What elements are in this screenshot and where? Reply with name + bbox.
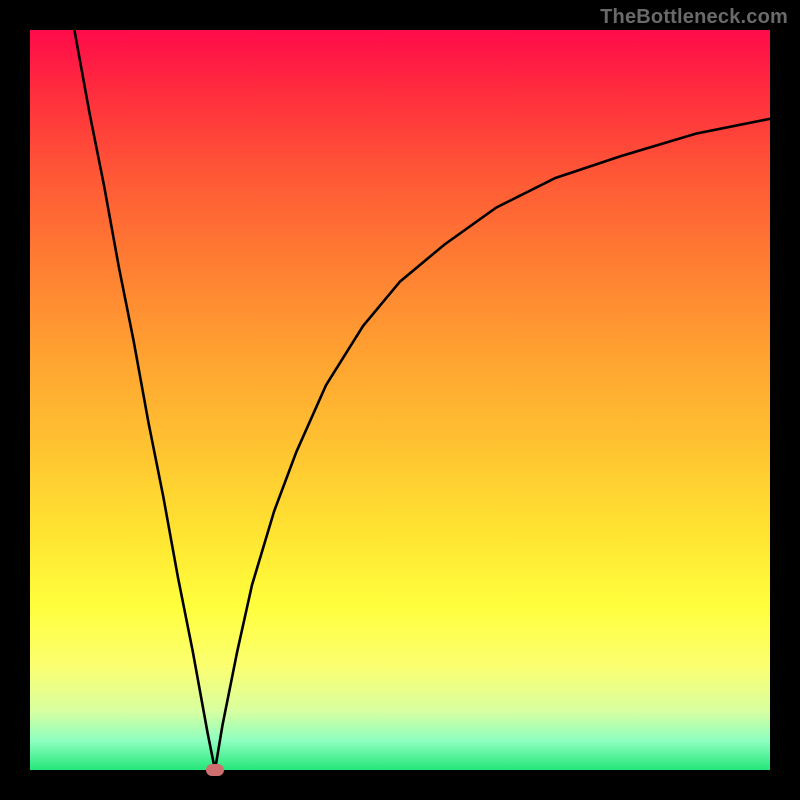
- watermark-text: TheBottleneck.com: [600, 6, 788, 29]
- curve-right: [215, 119, 770, 770]
- curve-left: [74, 30, 215, 770]
- optimum-marker: [206, 764, 224, 776]
- curve-layer: [30, 30, 770, 770]
